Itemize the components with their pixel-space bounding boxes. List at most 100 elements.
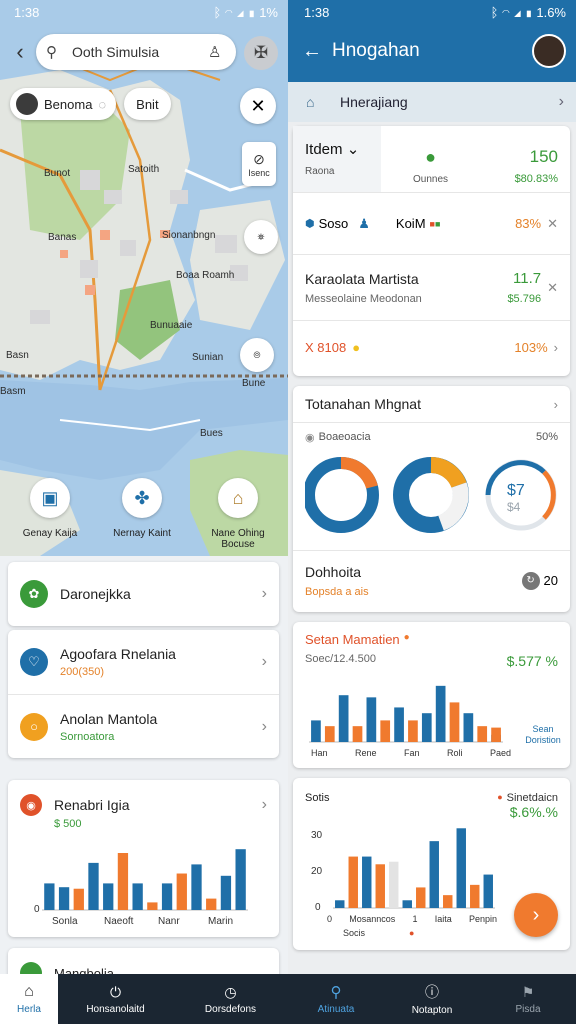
donut-2-segment <box>430 457 467 489</box>
donut-card: Totanahan Mhgnat › ◉ Boaeoacia 50% $7 $4… <box>293 386 570 612</box>
layers-button[interactable]: ⊘ Isenc <box>242 142 276 186</box>
bar-mark <box>235 849 246 910</box>
list-item[interactable]: ♡ Agoofara Rnelania 200(350) › <box>8 630 279 694</box>
bar-mark <box>477 726 488 742</box>
bar-mark <box>44 883 55 910</box>
stat-row[interactable]: X 8108 ● 103% › <box>293 320 570 374</box>
item-selector[interactable]: Itdem ⌄ Raona <box>293 126 381 192</box>
shortcut-transit[interactable]: ▣ Genay Kaija <box>6 478 94 539</box>
bar-chart-card[interactable]: Setan Mamatien ● Soec/12.4.500 $.577 % S… <box>293 622 570 768</box>
bar-mark <box>348 856 358 908</box>
nav-tab-home[interactable]: ⌂ Herla <box>0 974 58 1024</box>
search-input[interactable]: Ooth Simulsia <box>64 44 208 60</box>
chevron-right-icon: › <box>261 717 267 735</box>
donut-footer[interactable]: Dohhoita Bopsda a ais ↻ 20 <box>293 550 570 610</box>
next-fab-button[interactable]: › <box>514 893 558 937</box>
bar-chart <box>309 685 503 743</box>
user-chip[interactable]: Benoma ◌ <box>10 88 117 120</box>
nav-tab-clock[interactable]: ◷ Dorsdefons <box>173 974 288 1024</box>
bar-mark <box>311 720 321 742</box>
bar-mark <box>449 702 460 742</box>
bar-mark <box>416 887 426 908</box>
bar-mark <box>161 883 173 910</box>
stat-row[interactable]: Karaolata Martista Messeolaine Meodonan … <box>293 254 570 320</box>
user-chip-label: Benoma <box>44 96 93 112</box>
battery-icon: ▮ <box>524 4 533 20</box>
map-poi-marker[interactable]: ⛯ <box>244 220 278 254</box>
battery-level: 1.6% <box>536 4 566 20</box>
app-bar: 1:38 ᛒ ◠ ◢ ▮ 1.6% ← Hnogahan <box>288 0 576 82</box>
status-bar: 1:38 ᛒ ◠ ◢ ▮ 1.6% <box>288 0 576 24</box>
bike-icon: ✤ <box>122 478 162 518</box>
back-arrow-icon[interactable]: ← <box>302 40 332 63</box>
nav-tab-power[interactable]: ⏻ Honsanolaitd <box>58 974 173 1024</box>
donut-center-label: $7 <box>507 482 525 499</box>
nav-tab-search[interactable]: ⚲ Atinuata <box>288 974 384 1024</box>
nav-tab-flag[interactable]: ⚑ Pisda <box>480 974 576 1024</box>
status-icons: ᛒ ◠ ◢ ▮ 1.6% <box>491 5 566 20</box>
bar-mark <box>362 856 372 908</box>
layers-icon: ⊘ <box>253 150 265 167</box>
bar-mark <box>88 862 99 910</box>
bar-chart-2 <box>333 828 495 909</box>
status-dot-icon: ● <box>403 632 410 643</box>
bar-mark <box>429 841 439 908</box>
donut-card-header[interactable]: Totanahan Mhgnat › <box>293 386 570 422</box>
search-bar[interactable]: ⚲ Ooth Simulsia ♙ <box>36 34 236 70</box>
close-icon[interactable]: ✕ <box>547 280 558 296</box>
summary-row: Itdem ⌄ Raona ● Ounnes 150 $80.83% <box>293 126 570 192</box>
spending-card-title: Renabri Igia <box>54 797 130 813</box>
donut-center-sub: $4 <box>507 500 521 514</box>
avatar[interactable] <box>532 34 566 68</box>
donut-1-segment <box>340 457 378 489</box>
donut-charts: $7 $4 <box>303 457 557 533</box>
x-tick-label: 1 <box>412 914 418 924</box>
compass-icon: ⦾ <box>253 350 261 360</box>
map-location-button[interactable]: ⦾ <box>240 338 274 372</box>
donut-2 <box>393 457 469 533</box>
wifi-icon: ◠ <box>224 4 233 20</box>
stat-value: 103% <box>514 340 548 355</box>
stat-row[interactable]: ⬢ Soso ♟ KoiM ■ ■ 83% ✕ <box>293 192 570 254</box>
list-item[interactable]: ✿ Daronejkka › <box>8 562 279 626</box>
chevron-right-icon: › <box>558 93 564 110</box>
settings-button[interactable]: ✠ <box>244 36 278 70</box>
close-button[interactable]: ✕ <box>240 88 276 124</box>
back-button[interactable]: ‹ <box>6 38 34 66</box>
bar-mark <box>352 726 363 742</box>
x-tick-label: Sonla <box>52 916 78 927</box>
power-icon: ⏻ <box>109 983 122 1000</box>
filter-chip[interactable]: Bnit <box>124 88 171 120</box>
close-icon[interactable]: ✕ <box>547 216 558 232</box>
bus-icon: ▣ <box>30 478 70 518</box>
shortcut-work[interactable]: ⌂ Nane Ohing Bocuse <box>194 478 282 550</box>
status-icons: ᛒ ◠ ◢ ▮ 1% <box>213 5 278 20</box>
shortcut-bike[interactable]: ✤ Nernay Kaint <box>98 478 186 539</box>
spending-card[interactable]: ◉ Renabri Igia › $ 500 0 Sonla Naeoft Na… <box>8 780 279 937</box>
circle-icon: ○ <box>20 712 48 741</box>
item-sub: Raona <box>305 166 335 177</box>
battery-icon: ▮ <box>247 4 256 20</box>
bar-mark <box>470 884 480 908</box>
map-label: Bunot <box>44 168 71 179</box>
wrench-icon: ✠ <box>253 43 269 62</box>
map-view[interactable]: Bunot Satoith Banas Sionanbngn Boaa Roam… <box>0 0 288 556</box>
x-tick-label: Roli <box>446 748 463 758</box>
x-tick-label: Iaita <box>434 914 452 924</box>
nav-tab-info[interactable]: ⓘ Notapton <box>384 974 480 1024</box>
list-item-title: Anolan Mantola <box>60 710 158 727</box>
map-label: Sunian <box>192 352 224 363</box>
map-label: Banas <box>48 232 77 243</box>
bar-mark <box>220 875 232 910</box>
account-icon[interactable]: ♙ <box>208 43 226 61</box>
donut-row: ◉ Boaeoacia 50% $7 $4 <box>293 422 570 550</box>
stat-left-label: X 8108 <box>305 340 347 355</box>
x-tick-label: Han <box>311 748 328 758</box>
bar-mark <box>191 864 202 910</box>
list-item[interactable]: ○ Anolan Mantola Sornoatora › <box>8 694 279 758</box>
map-label: Boaa Roamh <box>176 270 235 281</box>
nav-tab-label: Herla <box>17 1004 41 1015</box>
donut-footer-sub: Bopsda a ais <box>305 585 369 598</box>
summary-value-sub: $80.83% <box>514 173 558 185</box>
breadcrumb[interactable]: ⌂ Hnerajiang › <box>288 82 576 122</box>
